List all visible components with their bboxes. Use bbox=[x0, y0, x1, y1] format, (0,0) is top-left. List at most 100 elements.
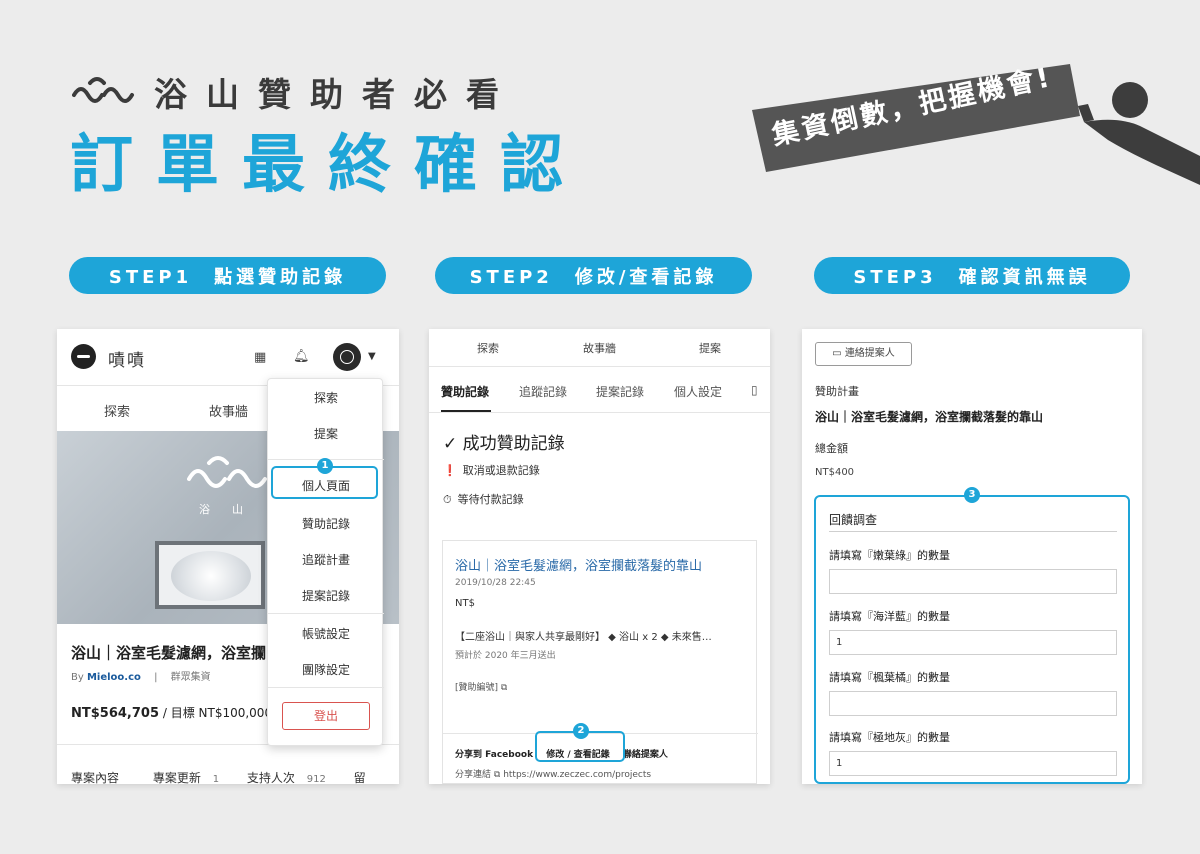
updates-count: 1 bbox=[212, 774, 220, 784]
menu-divider bbox=[268, 613, 384, 614]
alert-icon: ❗ bbox=[443, 464, 457, 477]
mascot-figure-icon bbox=[1078, 82, 1200, 185]
menu-item-account-settings[interactable]: 帳號設定 bbox=[268, 625, 384, 642]
record-amount: NT$ bbox=[455, 598, 475, 609]
quantity-input-green[interactable] bbox=[829, 569, 1117, 594]
share-link-label: 分享連結 bbox=[455, 770, 492, 780]
logout-button[interactable]: 登出 bbox=[282, 702, 370, 730]
avatar[interactable] bbox=[333, 343, 361, 371]
record-date: 2019/10/28 22:45 bbox=[455, 578, 536, 588]
nav-explore[interactable]: 探索 bbox=[104, 401, 130, 420]
contact-creator-label: 連絡提案人 bbox=[844, 348, 895, 359]
nav-story-wall[interactable]: 故事牆 bbox=[583, 340, 616, 356]
byline-separator: | bbox=[144, 672, 168, 683]
yushan-logo-icon bbox=[72, 77, 134, 103]
divider bbox=[829, 531, 1117, 532]
total-label: 總金額 bbox=[815, 442, 848, 455]
project-byline: By Mieloo.co | 群眾集資 bbox=[71, 668, 211, 683]
quantity-input-blue[interactable]: 1 bbox=[829, 630, 1117, 655]
share-facebook-button[interactable]: 分享到 Facebook bbox=[455, 750, 533, 760]
reward-description: 【二座浴山｜與家人共享最剛好】 ◆ 浴山 x 2 ◆ 未來售… bbox=[455, 632, 712, 643]
plan-label: 贊助計畫 bbox=[815, 385, 859, 398]
copy-icon[interactable]: ⧉ bbox=[494, 770, 500, 780]
step2-marker: 2 bbox=[573, 723, 589, 739]
message-icon: ▭ bbox=[832, 348, 842, 359]
refund-records-link[interactable]: ❗ 取消或退款記錄 bbox=[443, 462, 540, 478]
record-project-title[interactable]: 浴山｜浴室毛髮濾網，浴室攔截落髮的靠山 bbox=[455, 555, 702, 574]
creator-link[interactable]: Mieloo.co bbox=[87, 672, 141, 683]
step3-pill: STEP3 確認資訊無誤 bbox=[814, 257, 1130, 294]
funding-goal: / 目標 NT$100,000 bbox=[162, 706, 273, 720]
question-label: 請填寫『嫩葉綠』的數量 bbox=[829, 549, 950, 562]
question-label: 請填寫『楓葉橘』的數量 bbox=[829, 671, 950, 684]
menu-item-backing-records[interactable]: 贊助記錄 bbox=[268, 515, 384, 532]
plan-value: 浴山｜浴室毛髮濾網，浴室攔截落髮的靠山 bbox=[815, 410, 1044, 424]
menu-item-team-settings[interactable]: 團隊設定 bbox=[268, 661, 384, 678]
by-prefix: By bbox=[71, 672, 84, 683]
nav-story-wall[interactable]: 故事牆 bbox=[209, 401, 248, 420]
funding-amount: NT$564,705 / 目標 NT$100,000 bbox=[71, 704, 272, 721]
question-label: 請填寫『極地灰』的數量 bbox=[829, 731, 950, 744]
grid-icon[interactable]: ▦ bbox=[254, 350, 266, 365]
hair-filter-image bbox=[155, 541, 265, 609]
question-label: 請填寫『海洋藍』的數量 bbox=[829, 610, 950, 623]
tab-comments[interactable]: 留 bbox=[354, 771, 366, 784]
countdown-banner: 集資倒數，把握機會! bbox=[752, 62, 1082, 182]
copy-icon[interactable]: ⧉ bbox=[501, 683, 507, 693]
share-url[interactable]: https://www.zeczec.com/projects bbox=[503, 770, 651, 780]
step1-pill: STEP1 點選贊助記錄 bbox=[69, 257, 386, 294]
contact-creator-button[interactable]: ▭ 連絡提案人 bbox=[815, 342, 912, 366]
menu-item-proposal-records[interactable]: 提案記錄 bbox=[268, 587, 384, 604]
pending-payment-label: 等待付款記錄 bbox=[457, 493, 524, 506]
menu-item-following[interactable]: 追蹤計畫 bbox=[268, 551, 384, 568]
step3-screenshot: ▭ 連絡提案人 贊助計畫 浴山｜浴室毛髮濾網，浴室攔截落髮的靠山 總金額 NT$… bbox=[802, 329, 1142, 784]
hero-logo-icon bbox=[187, 456, 267, 488]
share-link-row: 分享連結 ⧉ https://www.zeczec.com/projects bbox=[455, 767, 651, 780]
backing-id-label: [贊助編號] bbox=[455, 683, 499, 693]
nav-explore[interactable]: 探索 bbox=[477, 340, 499, 356]
backers-count: 912 bbox=[306, 774, 326, 784]
tab-backers[interactable]: 支持人次 bbox=[247, 771, 295, 784]
bell-icon[interactable]: 🔔︎ bbox=[293, 349, 310, 364]
site-logo-icon[interactable] bbox=[71, 344, 96, 369]
brand-row: 浴山贊助者必看 bbox=[72, 68, 518, 116]
menu-divider bbox=[268, 687, 384, 688]
menu-item-propose[interactable]: 提案 bbox=[268, 425, 384, 442]
refund-records-label: 取消或退款記錄 bbox=[462, 464, 540, 477]
menu-item-explore[interactable]: 探索 bbox=[268, 389, 384, 406]
divider bbox=[429, 412, 770, 413]
amount-raised: NT$564,705 bbox=[71, 706, 160, 721]
success-heading: ✓ 成功贊助記錄 bbox=[443, 434, 565, 454]
contact-creator-button[interactable]: 聯絡提案人 bbox=[623, 750, 668, 760]
nav-propose[interactable]: 提案 bbox=[699, 340, 721, 356]
divider bbox=[429, 366, 770, 367]
pending-payment-link[interactable]: ⏱ 等待付款記錄 bbox=[443, 491, 524, 507]
tab-backing-records[interactable]: 贊助記錄 bbox=[441, 383, 489, 400]
brand-title: 浴山贊助者必看 bbox=[154, 75, 518, 114]
step1-marker: 1 bbox=[317, 458, 333, 474]
site-name[interactable]: 嘖嘖 bbox=[108, 346, 146, 371]
project-tabs: 專案內容 專案更新 1 支持人次 912 留 bbox=[71, 769, 374, 784]
project-type: 群眾集資 bbox=[170, 672, 211, 683]
step3-marker: 3 bbox=[964, 487, 980, 503]
quantity-input-grey[interactable]: 1 bbox=[829, 751, 1117, 776]
step2-screenshot: 探索 故事牆 提案 贊助記錄 追蹤記錄 提案記錄 個人設定 ▯ ✓ 成功贊助記錄… bbox=[429, 329, 770, 784]
quantity-input-orange[interactable] bbox=[829, 691, 1117, 716]
tab-updates[interactable]: 專案更新 bbox=[153, 771, 201, 784]
stopwatch-icon: ⏱ bbox=[443, 493, 452, 506]
shipping-estimate: 預計於 2020 年三月送出 bbox=[455, 651, 556, 661]
project-title[interactable]: 浴山｜浴室毛髮濾網，浴室攔 bbox=[71, 642, 266, 663]
step1-screenshot: 嘖嘖 ▦ 🔔︎ ▼ 探索 故事牆 浴山 浴山｜浴室毛髮濾網，浴室攔 By Mie… bbox=[57, 329, 399, 784]
page-title: 訂單最終確認 bbox=[70, 128, 586, 201]
chevron-down-icon[interactable]: ▼ bbox=[368, 351, 376, 362]
user-dropdown-menu: 探索 提案 個人頁面 贊助記錄 追蹤計畫 提案記錄 帳號設定 團隊設定 登出 bbox=[267, 378, 384, 746]
tab-following[interactable]: 追蹤記錄 bbox=[519, 383, 567, 400]
tab-content[interactable]: 專案內容 bbox=[71, 771, 119, 784]
tab-proposal-records[interactable]: 提案記錄 bbox=[596, 383, 644, 400]
survey-title: 回饋調查 bbox=[829, 513, 878, 527]
total-value: NT$400 bbox=[815, 467, 855, 478]
tab-personal-settings[interactable]: 個人設定 bbox=[674, 383, 722, 400]
hero-brand-text: 浴山 bbox=[199, 503, 265, 516]
tab-overflow-icon[interactable]: ▯ bbox=[751, 383, 758, 397]
backing-id: [贊助編號] ⧉ bbox=[455, 680, 507, 693]
